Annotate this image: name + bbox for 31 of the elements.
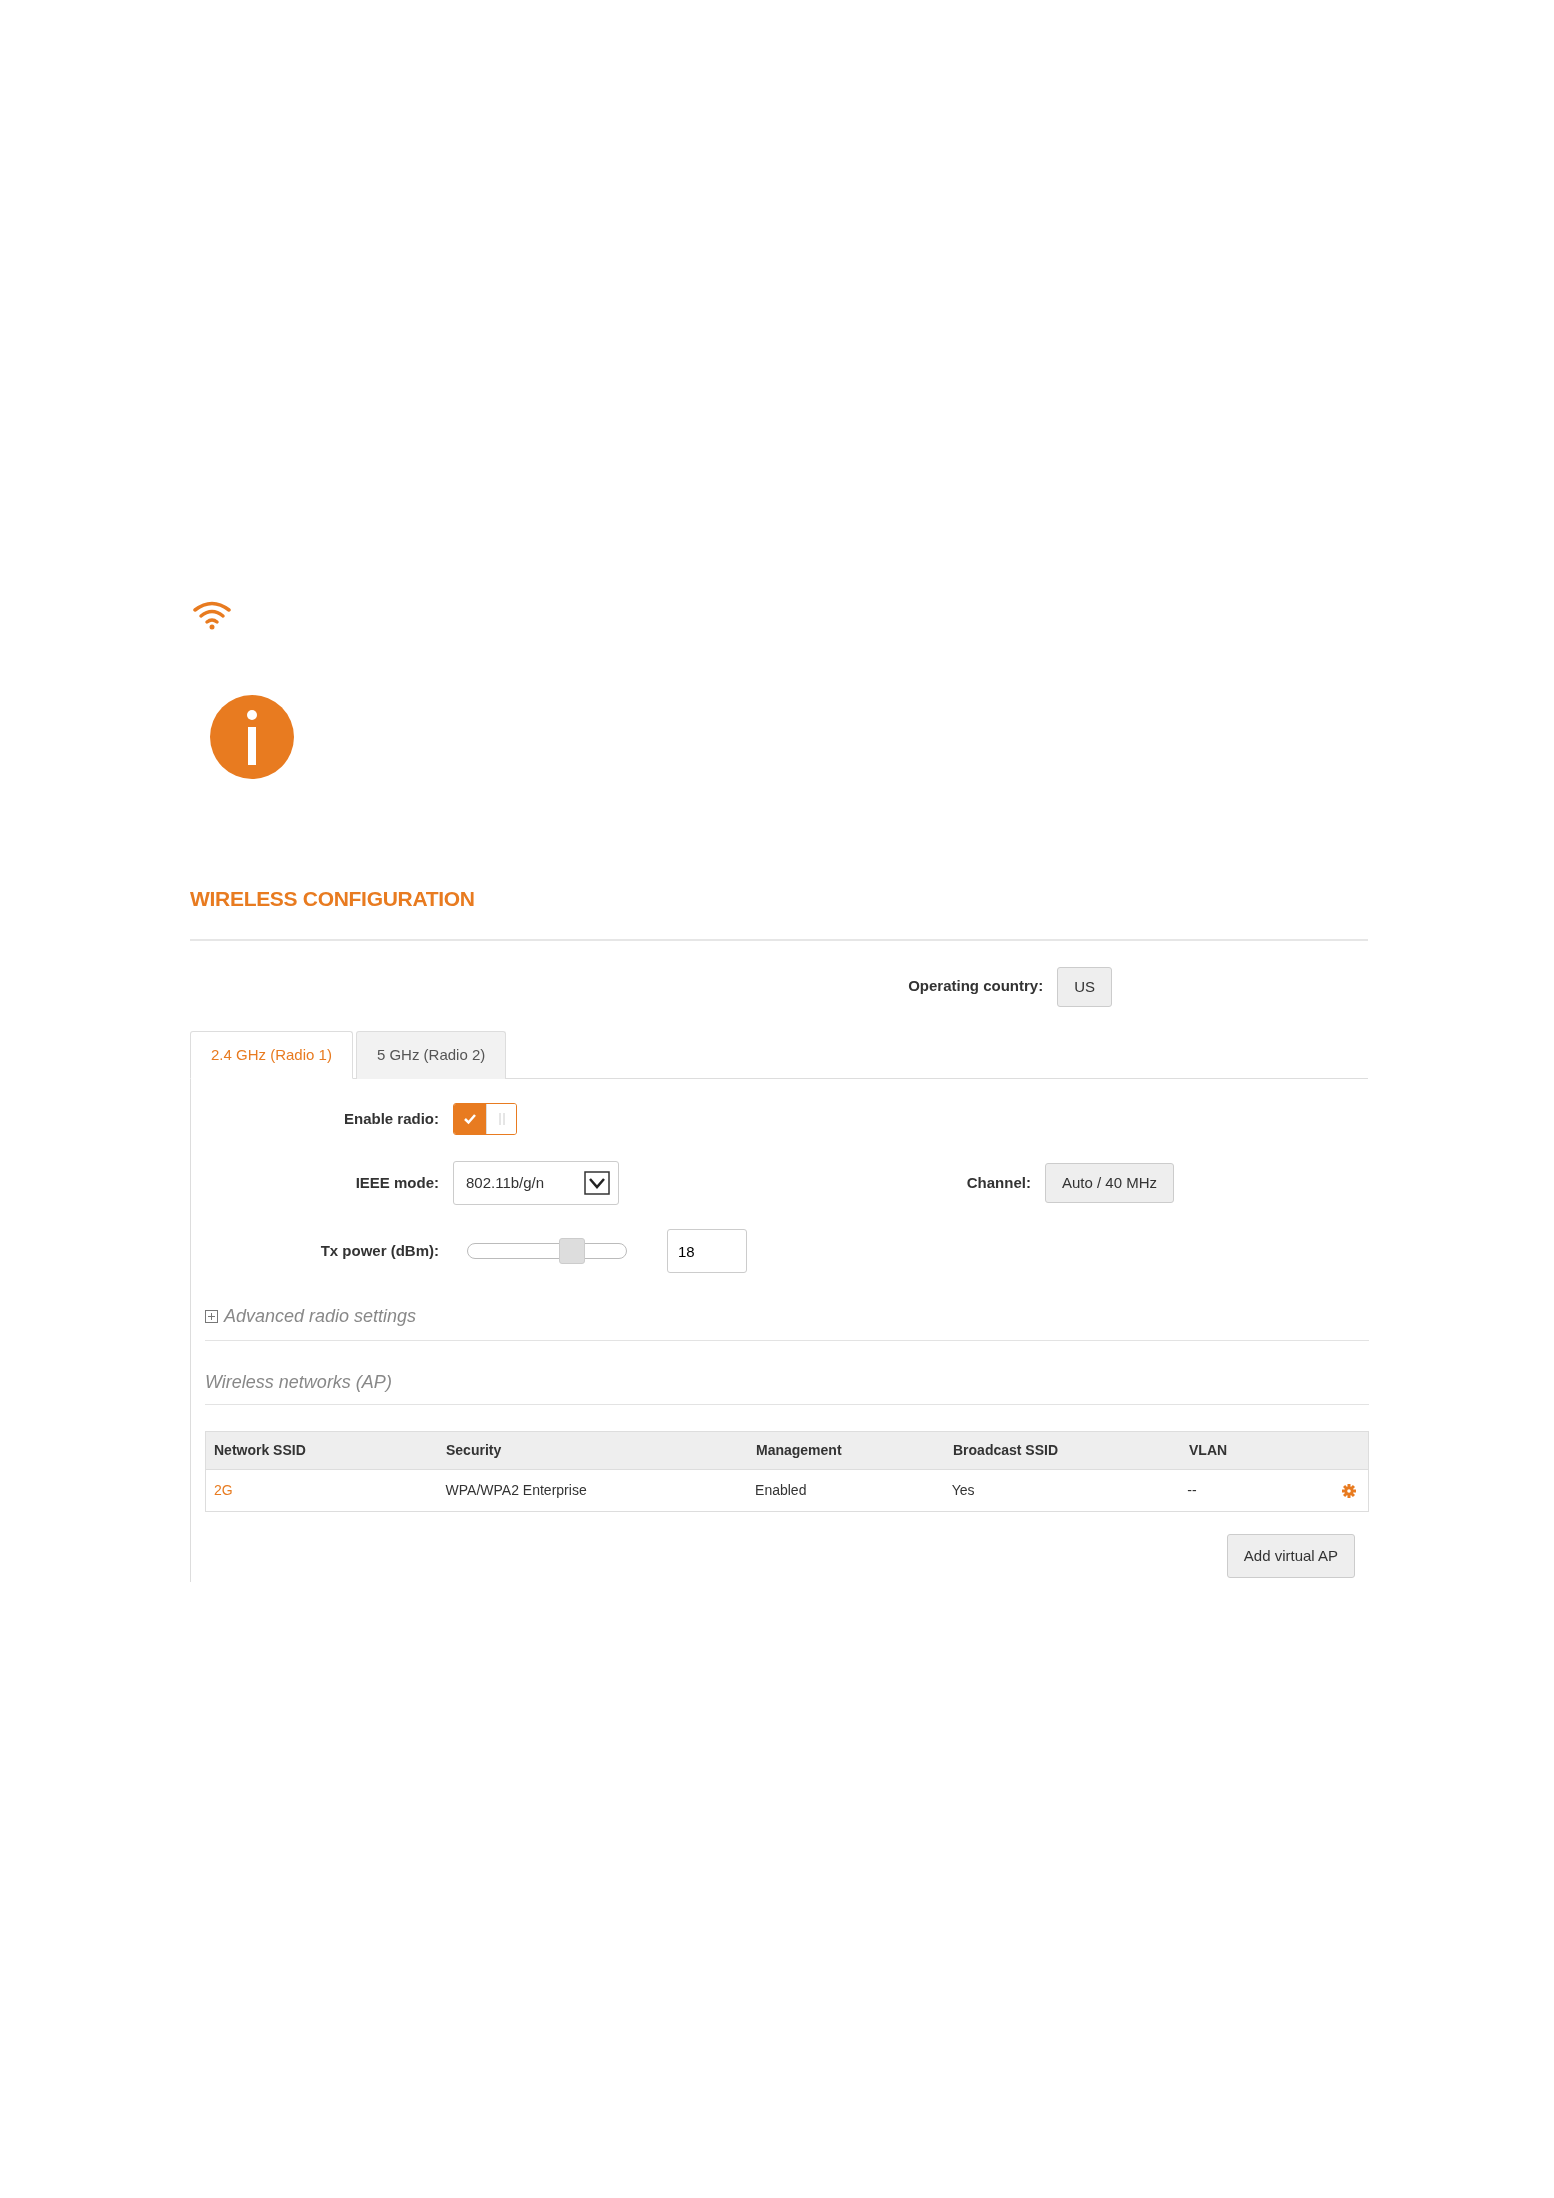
column-header: Network SSID [214, 1441, 307, 1460]
column-header: Broadcast SSID [953, 1441, 1060, 1460]
table-cell-text: WPA/WPA2 Enterprise [445, 1481, 588, 1500]
table-cell-text: Yes [951, 1481, 976, 1500]
table-cell-text: Enabled [755, 1481, 808, 1500]
country-button[interactable]: US [1057, 966, 1112, 1007]
power-input[interactable]: 18 [667, 1229, 747, 1273]
add-button[interactable]: Add virtual AP [1226, 1534, 1355, 1578]
expand-icon[interactable] [205, 1310, 218, 1323]
wifi-icon [192, 600, 232, 630]
field-label: Operating country: [908, 976, 1044, 997]
column-header: VLAN [1189, 1441, 1229, 1460]
section-link[interactable]: Advanced radio settings [224, 1303, 417, 1330]
field-label: Tx power (dBm): [319, 1240, 440, 1261]
section-title: WIRELESS CONFIGURATION [190, 886, 476, 912]
mode-select[interactable]: 802.11b/g/n [453, 1161, 619, 1205]
field-label: Enable radio: [342, 1108, 440, 1129]
channel-button[interactable]: Auto / 40 MHz [1044, 1163, 1174, 1203]
check-icon [463, 1113, 477, 1125]
column-header: Security [446, 1441, 503, 1460]
field-label: Channel: [966, 1172, 1031, 1193]
info-icon [210, 695, 294, 779]
field-label: IEEE mode: [354, 1172, 440, 1193]
column-header: Management [756, 1441, 843, 1460]
settings-icon[interactable] [1342, 1483, 1356, 1498]
toggle-switch[interactable] [453, 1103, 517, 1135]
section-heading: Wireless networks (AP) [205, 1371, 393, 1394]
table-cell-text: -- [1187, 1481, 1198, 1500]
tab[interactable]: 5 GHz (Radio 2) [355, 1030, 507, 1079]
slider-thumb[interactable] [559, 1238, 586, 1264]
grip-icon [498, 1112, 505, 1126]
